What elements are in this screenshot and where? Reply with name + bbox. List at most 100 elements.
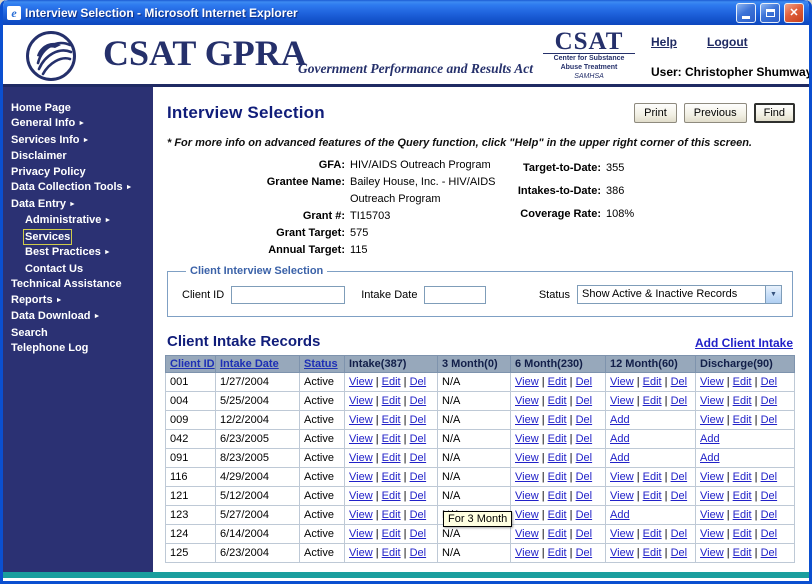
view-link[interactable]: View <box>515 395 539 407</box>
view-link[interactable]: View <box>515 452 539 464</box>
view-link[interactable]: View <box>515 471 539 483</box>
del-link[interactable]: Del <box>671 471 688 483</box>
del-link[interactable]: Del <box>671 395 688 407</box>
del-link[interactable]: Del <box>671 490 688 502</box>
del-link[interactable]: Del <box>576 433 593 445</box>
edit-link[interactable]: Edit <box>733 490 752 502</box>
logout-link[interactable]: Logout <box>707 35 748 49</box>
view-link[interactable]: View <box>610 490 634 502</box>
find-button[interactable]: Find <box>753 103 795 123</box>
view-link[interactable]: View <box>700 528 724 540</box>
del-link[interactable]: Del <box>410 395 427 407</box>
edit-link[interactable]: Edit <box>733 509 752 521</box>
add-link[interactable]: Add <box>610 509 630 521</box>
edit-link[interactable]: Edit <box>548 414 567 426</box>
add-client-intake-link[interactable]: Add Client Intake <box>695 336 793 350</box>
edit-link[interactable]: Edit <box>382 528 401 540</box>
sidebar-item-contact-us[interactable]: Contact Us <box>3 261 153 277</box>
close-button[interactable]: ✕ <box>784 2 804 23</box>
sidebar-item-disclaimer[interactable]: Disclaimer <box>3 149 153 165</box>
del-link[interactable]: Del <box>410 452 427 464</box>
edit-link[interactable]: Edit <box>382 490 401 502</box>
view-link[interactable]: View <box>610 471 634 483</box>
edit-link[interactable]: Edit <box>548 528 567 540</box>
add-link[interactable]: Add <box>610 452 630 464</box>
del-link[interactable]: Del <box>410 433 427 445</box>
sidebar-item-data-entry[interactable]: Data Entry ► <box>3 196 153 213</box>
edit-link[interactable]: Edit <box>548 471 567 483</box>
edit-link[interactable]: Edit <box>548 395 567 407</box>
edit-link[interactable]: Edit <box>548 452 567 464</box>
del-link[interactable]: Del <box>410 509 427 521</box>
sidebar-item-best-practices[interactable]: Best Practices ► <box>3 245 153 262</box>
sort-link-client-id[interactable]: Client ID <box>170 358 215 370</box>
previous-button[interactable]: Previous <box>683 103 747 123</box>
del-link[interactable]: Del <box>671 528 688 540</box>
sidebar-item-services-info[interactable]: Services Info ► <box>3 132 153 149</box>
del-link[interactable]: Del <box>410 547 427 559</box>
minimize-button[interactable] <box>736 2 756 23</box>
sidebar-item-administrative[interactable]: Administrative ► <box>3 213 153 230</box>
edit-link[interactable]: Edit <box>548 433 567 445</box>
status-select[interactable]: Show Active & Inactive Records ▼ <box>577 285 782 304</box>
del-link[interactable]: Del <box>410 376 427 388</box>
print-button[interactable]: Print <box>634 103 677 123</box>
view-link[interactable]: View <box>700 395 724 407</box>
del-link[interactable]: Del <box>410 490 427 502</box>
del-link[interactable]: Del <box>576 395 593 407</box>
del-link[interactable]: Del <box>576 509 593 521</box>
sidebar-item-technical-assistance[interactable]: Technical Assistance <box>3 277 153 293</box>
sort-link-status[interactable]: Status <box>304 358 338 370</box>
del-link[interactable]: Del <box>576 452 593 464</box>
view-link[interactable]: View <box>349 471 373 483</box>
sidebar-item-home-page[interactable]: Home Page <box>3 100 153 116</box>
view-link[interactable]: View <box>349 547 373 559</box>
edit-link[interactable]: Edit <box>643 376 662 388</box>
edit-link[interactable]: Edit <box>643 471 662 483</box>
edit-link[interactable]: Edit <box>548 490 567 502</box>
column-header-status[interactable]: Status <box>299 355 345 373</box>
edit-link[interactable]: Edit <box>382 547 401 559</box>
help-link[interactable]: Help <box>651 35 677 49</box>
del-link[interactable]: Del <box>761 547 778 559</box>
sidebar-item-telephone-log[interactable]: Telephone Log <box>3 341 153 357</box>
view-link[interactable]: View <box>700 490 724 502</box>
del-link[interactable]: Del <box>576 528 593 540</box>
view-link[interactable]: View <box>700 471 724 483</box>
view-link[interactable]: View <box>515 490 539 502</box>
sidebar-item-data-collection-tools[interactable]: Data Collection Tools ► <box>3 180 153 197</box>
add-link[interactable]: Add <box>700 452 720 464</box>
edit-link[interactable]: Edit <box>733 528 752 540</box>
view-link[interactable]: View <box>349 414 373 426</box>
sidebar-item-privacy-policy[interactable]: Privacy Policy <box>3 164 153 180</box>
del-link[interactable]: Del <box>761 414 778 426</box>
edit-link[interactable]: Edit <box>382 433 401 445</box>
view-link[interactable]: View <box>700 414 724 426</box>
view-link[interactable]: View <box>515 414 539 426</box>
view-link[interactable]: View <box>610 376 634 388</box>
view-link[interactable]: View <box>515 376 539 388</box>
view-link[interactable]: View <box>515 433 539 445</box>
del-link[interactable]: Del <box>761 471 778 483</box>
del-link[interactable]: Del <box>410 528 427 540</box>
del-link[interactable]: Del <box>410 471 427 483</box>
edit-link[interactable]: Edit <box>643 547 662 559</box>
sidebar-item-data-download[interactable]: Data Download ► <box>3 309 153 326</box>
edit-link[interactable]: Edit <box>733 376 752 388</box>
del-link[interactable]: Del <box>761 376 778 388</box>
edit-link[interactable]: Edit <box>733 547 752 559</box>
edit-link[interactable]: Edit <box>382 471 401 483</box>
sort-link-intake-date[interactable]: Intake Date <box>220 358 279 370</box>
del-link[interactable]: Del <box>761 528 778 540</box>
edit-link[interactable]: Edit <box>548 376 567 388</box>
edit-link[interactable]: Edit <box>548 547 567 559</box>
edit-link[interactable]: Edit <box>643 395 662 407</box>
view-link[interactable]: View <box>610 528 634 540</box>
view-link[interactable]: View <box>700 376 724 388</box>
del-link[interactable]: Del <box>761 395 778 407</box>
add-link[interactable]: Add <box>610 433 630 445</box>
edit-link[interactable]: Edit <box>382 452 401 464</box>
view-link[interactable]: View <box>349 528 373 540</box>
del-link[interactable]: Del <box>576 376 593 388</box>
del-link[interactable]: Del <box>576 471 593 483</box>
